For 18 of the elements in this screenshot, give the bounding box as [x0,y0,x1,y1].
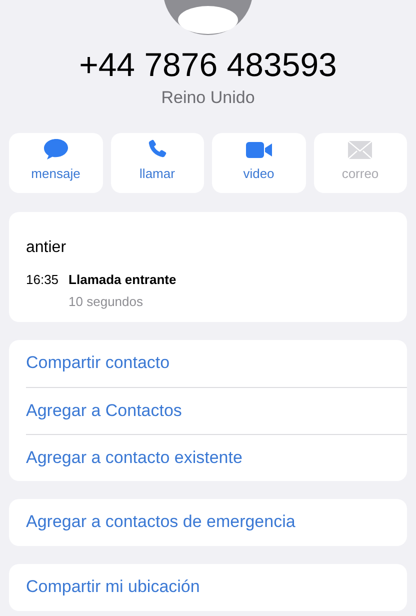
call-duration: 10 segundos [68,293,144,311]
option-link[interactable]: Agregar a Contactos [26,386,407,434]
option-link[interactable]: Agregar a contactos de emergencia [26,498,407,546]
phone-icon [146,138,168,160]
option-link[interactable]: Agregar a contacto existente [26,434,407,480]
call-type: Llamada entrante [68,270,176,288]
call-time: 16:35 [26,270,59,288]
speech-bubble-icon [42,138,69,160]
option-link[interactable]: Compartir mi ubicación [26,564,407,610]
call-date: antier [26,238,68,258]
envelope-icon [347,140,374,160]
call-button[interactable]: llamar [110,132,204,192]
country-label: Reino Unido [160,87,256,109]
video-camera-icon [244,140,273,160]
phone-number: +44 7876 483593 [78,46,338,84]
option-link[interactable]: Compartir contacto [26,340,407,386]
message-button[interactable]: mensaje [9,132,102,192]
video-button[interactable]: video [212,132,306,192]
